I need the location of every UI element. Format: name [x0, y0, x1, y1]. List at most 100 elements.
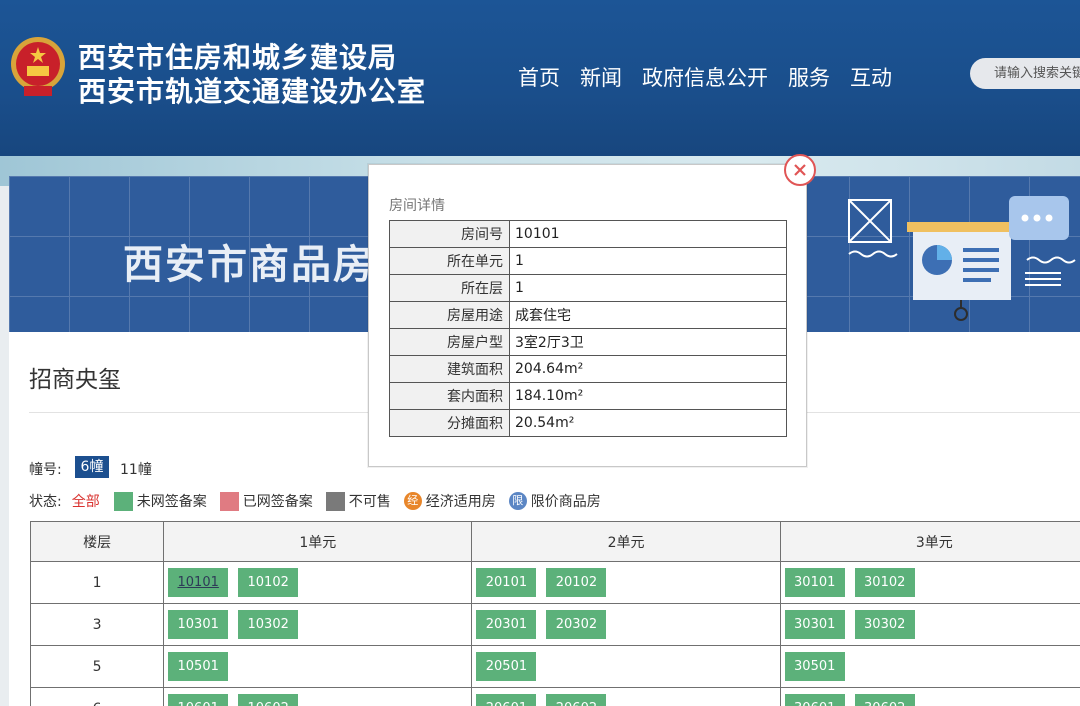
nav-gov-info[interactable]: 政府信息公开 — [642, 62, 768, 92]
nav-home[interactable]: 首页 — [518, 62, 560, 92]
legend-price-limited[interactable]: 限 限价商品房 — [508, 491, 601, 511]
detail-value: 10101 — [509, 220, 787, 248]
room-button[interactable]: 20102 — [546, 568, 607, 597]
room-button[interactable]: 10101 — [168, 568, 229, 597]
room-button[interactable]: 10602 — [238, 694, 299, 706]
room-button[interactable]: 20602 — [546, 694, 607, 706]
unit-cell: 20301 20302 — [471, 603, 781, 646]
room-button[interactable]: 20101 — [476, 568, 537, 597]
detail-key: 所在层 — [389, 274, 510, 302]
legend-label: 限价商品房 — [530, 494, 601, 510]
detail-value: 1 — [509, 274, 787, 302]
table-row: 6 10601 10602 20601 20602 30601 30602 — [29, 687, 1080, 706]
detail-row: 所在单元 1 — [389, 247, 787, 275]
detail-key: 建筑面积 — [389, 355, 510, 383]
room-button[interactable]: 20302 — [546, 610, 607, 639]
unit-cell: 10601 10602 — [163, 687, 473, 706]
building-6-tab[interactable]: 6幢 — [75, 456, 109, 478]
detail-row: 所在层 1 — [389, 274, 787, 302]
unit-cell: 10501 — [163, 645, 473, 688]
legend-unsigned[interactable]: 未网签备案 — [113, 491, 207, 511]
col-header-unit-2: 2单元 — [471, 521, 781, 562]
detail-value: 成套住宅 — [509, 301, 787, 329]
col-header-unit-3: 3单元 — [779, 521, 1080, 562]
legend-label: 未网签备案 — [136, 494, 207, 510]
room-button[interactable]: 10301 — [168, 610, 229, 639]
unit-cell: 10301 10302 — [163, 603, 473, 646]
room-button[interactable]: 20301 — [476, 610, 537, 639]
org-name-2: 西安市轨道交通建设办公室 — [78, 75, 427, 108]
nav-news[interactable]: 新闻 — [580, 62, 622, 92]
price-limited-icon: 限 — [508, 492, 527, 510]
legend-label: 已网签备案 — [242, 494, 313, 510]
legend-affordable[interactable]: 经 经济适用房 — [403, 491, 496, 511]
room-button[interactable]: 30101 — [784, 568, 845, 597]
green-swatch-icon — [113, 491, 133, 511]
detail-row: 建筑面积 204.64m² — [389, 355, 787, 383]
unit-cell: 10101 10102 — [163, 561, 473, 604]
detail-key: 房屋户型 — [389, 328, 510, 356]
detail-value: 3室2厅3卫 — [509, 328, 787, 356]
national-emblem-icon — [11, 37, 65, 96]
nav-interact[interactable]: 互动 — [850, 62, 892, 92]
room-button[interactable]: 20601 — [476, 694, 537, 706]
room-button[interactable]: 10501 — [168, 652, 229, 681]
table-row: 3 10301 10302 20301 20302 30301 30302 — [29, 603, 1080, 646]
room-button[interactable]: 30302 — [854, 610, 915, 639]
detail-value: 204.64m² — [509, 355, 787, 383]
status-legend: 状态: 全部 未网签备案 已网签备案 不可售 经 经济适用房 限 限价商品房 — [29, 491, 614, 511]
detail-row: 分摊面积 20.54m² — [389, 409, 787, 437]
detail-value: 184.10m² — [509, 382, 787, 410]
search-input[interactable] — [970, 58, 1080, 89]
building-label: 幢号: — [29, 462, 62, 478]
dialog-title: 房间详情 — [389, 198, 445, 214]
room-grid: 楼层 1单元 2单元 3单元 1 10101 10102 20101 20102 3… — [29, 521, 1080, 706]
red-swatch-icon — [219, 491, 239, 511]
presentation-illustration-icon — [848, 196, 1076, 321]
detail-row: 房屋户型 3室2厅3卫 — [389, 328, 787, 356]
gray-swatch-icon — [325, 491, 345, 511]
status-label: 状态: — [29, 494, 62, 510]
close-icon — [794, 164, 806, 176]
main-nav: 首页 新闻 政府信息公开 服务 互动 — [518, 62, 912, 92]
legend-label: 不可售 — [348, 494, 391, 510]
room-button[interactable]: 30501 — [784, 652, 845, 681]
room-button[interactable]: 10302 — [238, 610, 299, 639]
unit-cell: 20501 — [471, 645, 781, 688]
room-button[interactable]: 30301 — [784, 610, 845, 639]
nav-service[interactable]: 服务 — [788, 62, 830, 92]
unit-cell: 30301 30302 — [779, 603, 1080, 646]
floor-cell: 3 — [29, 603, 165, 646]
detail-key: 房屋用途 — [389, 301, 510, 329]
unit-cell: 20101 20102 — [471, 561, 781, 604]
table-row: 5 10501 20501 30501 — [29, 645, 1080, 688]
room-button[interactable]: 30102 — [854, 568, 915, 597]
room-button[interactable]: 30602 — [854, 694, 915, 706]
detail-value: 20.54m² — [509, 409, 787, 437]
close-dialog-button[interactable] — [784, 154, 816, 186]
detail-row: 套内面积 184.10m² — [389, 382, 787, 410]
affordable-housing-icon: 经 — [403, 492, 422, 510]
floor-cell: 6 — [29, 687, 165, 706]
room-detail-table: 房间号 10101 所在单元 1 所在层 1 房屋用途 成套住宅 房屋户型 3室2厅3卫 … — [389, 220, 787, 437]
detail-key: 分摊面积 — [389, 409, 510, 437]
banner-title: 西安市商品房 — [123, 242, 375, 288]
status-all-filter[interactable]: 全部 — [72, 491, 100, 511]
building-11-tab[interactable]: 11幢 — [120, 459, 152, 479]
legend-not-for-sale[interactable]: 不可售 — [325, 491, 391, 511]
floor-cell: 5 — [29, 645, 165, 688]
room-button[interactable]: 10601 — [168, 694, 229, 706]
floor-cell: 1 — [29, 561, 165, 604]
room-button[interactable]: 10102 — [238, 568, 299, 597]
unit-cell: 30601 30602 — [779, 687, 1080, 706]
legend-label: 经济适用房 — [425, 494, 496, 510]
room-button[interactable]: 20501 — [476, 652, 537, 681]
unit-cell: 30101 30102 — [779, 561, 1080, 604]
detail-row: 房屋用途 成套住宅 — [389, 301, 787, 329]
legend-signed[interactable]: 已网签备案 — [219, 491, 313, 511]
room-button[interactable]: 30601 — [784, 694, 845, 706]
unit-cell: 30501 — [779, 645, 1080, 688]
col-header-floor: 楼层 — [29, 521, 165, 562]
page-title: 招商央玺 — [29, 367, 121, 393]
site-header: 西安市住房和城乡建设局 西安市轨道交通建设办公室 首页 新闻 政府信息公开 服务… — [0, 0, 1080, 156]
